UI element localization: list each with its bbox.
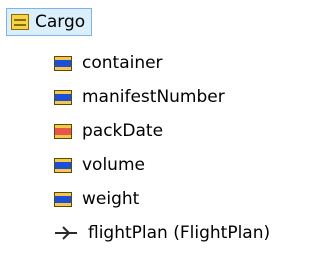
tree-item-manifestNumber[interactable]: manifestNumber (54, 85, 225, 109)
tree-item-packDate[interactable]: packDate (54, 119, 163, 143)
attribute-icon (54, 89, 72, 105)
tree-item-label: flightPlan (FlightPlan) (88, 223, 271, 243)
association-icon (55, 226, 77, 240)
tree-item-label: packDate (82, 121, 164, 141)
tree-node-label: Cargo (35, 12, 86, 32)
tree-item-flightPlan[interactable]: flightPlan (FlightPlan) (54, 221, 270, 245)
tree-item-container[interactable]: container (54, 51, 163, 75)
class-tree: Cargo container manifestNumber packDate … (0, 0, 324, 257)
attribute-icon (54, 55, 72, 71)
tree-item-label: container (82, 53, 163, 73)
tree-item-label: manifestNumber (82, 87, 225, 107)
tree-item-label: volume (82, 155, 145, 175)
attribute-icon (54, 191, 72, 207)
tree-node-cargo[interactable]: Cargo (6, 8, 93, 36)
tree-item-volume[interactable]: volume (54, 153, 145, 177)
attribute-icon (54, 123, 72, 139)
class-icon (11, 14, 29, 30)
tree-item-weight[interactable]: weight (54, 187, 139, 211)
tree-item-label: weight (82, 189, 140, 209)
attribute-icon (54, 157, 72, 173)
